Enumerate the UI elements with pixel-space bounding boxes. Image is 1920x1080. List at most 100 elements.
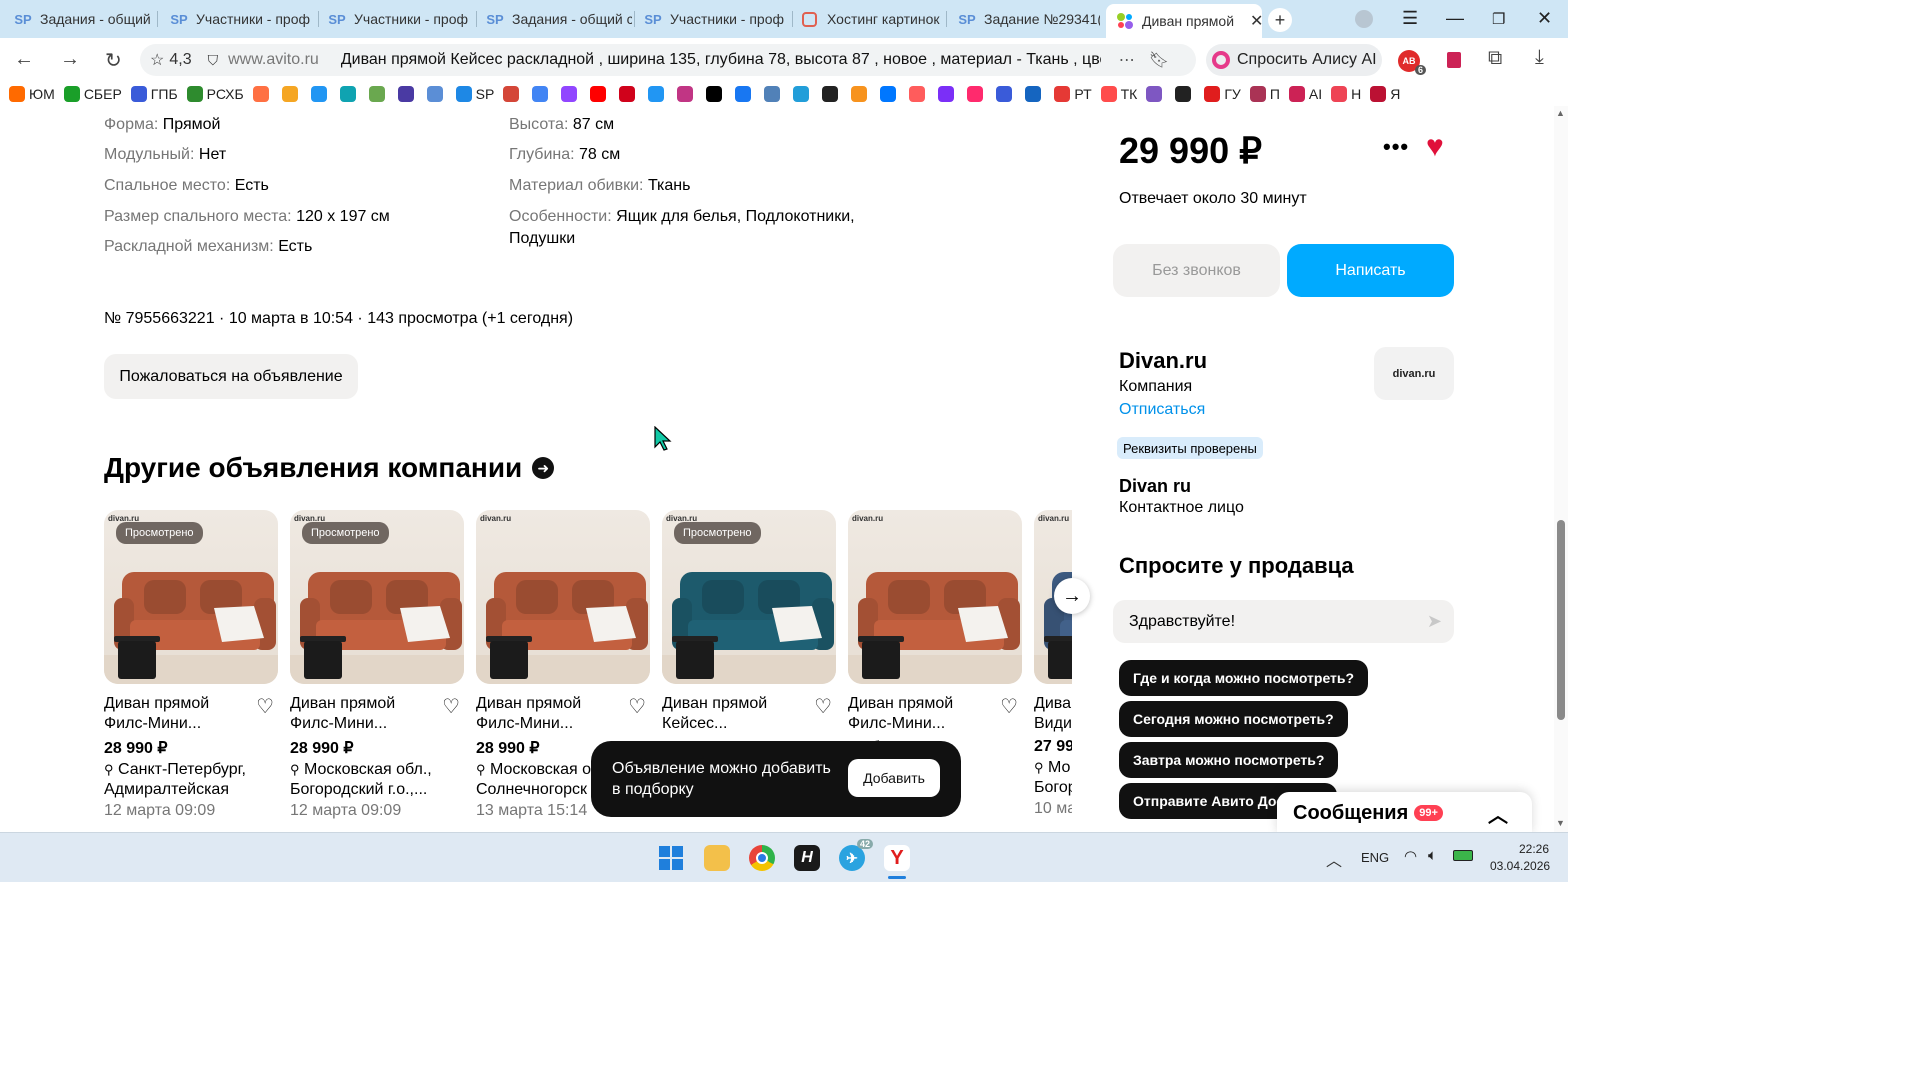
- page-scrollbar[interactable]: ▲ ▼: [1554, 106, 1568, 832]
- browser-tab[interactable]: SP Задания - общий с: [4, 4, 154, 34]
- telegram-icon[interactable]: ✈ 42: [839, 839, 873, 871]
- bookmark-item[interactable]: ТК: [1100, 86, 1137, 102]
- bookmark-item[interactable]: [793, 86, 813, 102]
- browser-tab[interactable]: Хостинг картинок: [792, 4, 944, 34]
- browser-tab[interactable]: SP Участники - проф: [634, 4, 790, 34]
- add-button[interactable]: Добавить: [848, 759, 940, 797]
- bookmark-item[interactable]: [909, 86, 929, 102]
- bookmark-item[interactable]: [1146, 86, 1166, 102]
- favorite-heart-icon[interactable]: ♡: [442, 694, 460, 719]
- scrollbar-thumb[interactable]: [1557, 520, 1565, 720]
- listing-card[interactable]: divan.ru Просмотрено Диван прямой Филс-Мин…: [290, 510, 464, 820]
- card-title[interactable]: Дива Види: [1034, 694, 1072, 734]
- url-bar[interactable]: ☆ 4,3 ⛉ www.avito.ru Диван прямой Кейсес…: [140, 44, 1196, 76]
- message-input[interactable]: Здравствуйте! ➤: [1113, 600, 1454, 643]
- yandex-browser-icon[interactable]: Y: [884, 845, 910, 871]
- h-app-icon[interactable]: H: [794, 845, 820, 871]
- bookmark-item[interactable]: [281, 86, 302, 102]
- bookmark-item[interactable]: П: [1249, 86, 1280, 102]
- bookmark-item[interactable]: Н: [1331, 86, 1361, 102]
- bookmark-item[interactable]: [590, 86, 610, 102]
- seller-name[interactable]: Divan.ru: [1119, 348, 1207, 374]
- send-icon[interactable]: ➤: [1427, 611, 1442, 632]
- seller-logo[interactable]: divan.ru: [1374, 347, 1454, 400]
- no-calls-button[interactable]: Без звонков: [1113, 244, 1280, 297]
- carousel-next-button[interactable]: →: [1054, 578, 1090, 614]
- card-image[interactable]: divan.ru: [476, 510, 650, 684]
- unsubscribe-link[interactable]: Отписаться: [1119, 401, 1205, 419]
- bookmark-item[interactable]: [677, 86, 697, 102]
- forward-icon[interactable]: →: [60, 48, 80, 71]
- browser-tab[interactable]: SP Задания - общий с: [476, 4, 632, 34]
- bookmark-item[interactable]: AI: [1288, 86, 1322, 102]
- write-button[interactable]: Написать: [1287, 244, 1454, 297]
- bookmark-item[interactable]: [561, 86, 581, 102]
- download-icon[interactable]: ⤓: [1535, 46, 1544, 69]
- bookmark-item[interactable]: [503, 86, 523, 102]
- bookmark-icon[interactable]: 🔖︎: [1149, 50, 1169, 70]
- bookmark-item[interactable]: [397, 86, 418, 102]
- bookmark-item[interactable]: [1025, 86, 1045, 102]
- listing-card[interactable]: divan.ru Просмотрено Диван прямой Кейсес..…: [662, 510, 836, 760]
- bookmark-item[interactable]: РСХБ: [186, 86, 244, 102]
- adblock-icon[interactable]: AB 6: [1398, 50, 1426, 75]
- bookmark-item[interactable]: РТ: [1054, 86, 1092, 102]
- bookmark-item[interactable]: [532, 86, 552, 102]
- new-tab-button[interactable]: +: [1268, 8, 1292, 32]
- bookmark-item[interactable]: [967, 86, 987, 102]
- file-explorer-icon[interactable]: [704, 845, 730, 871]
- scroll-down-icon[interactable]: ▼: [1556, 818, 1565, 828]
- close-window-button[interactable]: ✕: [1537, 8, 1552, 29]
- favorite-heart-icon[interactable]: ♡: [814, 694, 832, 719]
- card-title[interactable]: Диван прямой Филс-Мини...: [848, 694, 994, 734]
- quick-question-button[interactable]: Сегодня можно посмотреть?: [1119, 701, 1348, 737]
- tab-close-icon[interactable]: ✕: [1250, 11, 1262, 31]
- maximize-button[interactable]: ❐: [1492, 10, 1505, 28]
- menu-icon[interactable]: ☰: [1402, 8, 1418, 29]
- quick-question-button[interactable]: Завтра можно посмотреть?: [1119, 742, 1339, 778]
- favorite-heart-icon[interactable]: ♡: [1000, 694, 1018, 719]
- bookmark-item[interactable]: [426, 86, 447, 102]
- favorite-heart-icon[interactable]: ♡: [628, 694, 646, 719]
- more-icon[interactable]: ⋯: [1119, 50, 1135, 70]
- bookmark-item[interactable]: [339, 86, 360, 102]
- bookmark-item[interactable]: [996, 86, 1016, 102]
- favorite-heart-icon[interactable]: ♡: [256, 694, 274, 719]
- listing-card[interactable]: divan.ru Просмотрено Диван прямой Филс-Мин…: [104, 510, 278, 820]
- bookmark-item[interactable]: [938, 86, 958, 102]
- bookmark-item[interactable]: [880, 86, 900, 102]
- bookmark-item[interactable]: [735, 86, 755, 102]
- card-title[interactable]: Диван прямой Филс-Мини...: [104, 694, 250, 734]
- chevron-up-icon[interactable]: ︿: [1488, 799, 1508, 828]
- browser-tab[interactable]: SP Участники - проф: [318, 4, 474, 34]
- quick-question-button[interactable]: Где и когда можно посмотреть?: [1119, 660, 1369, 696]
- more-options-icon[interactable]: •••: [1383, 134, 1409, 160]
- card-image[interactable]: divan.ru Просмотрено: [290, 510, 464, 684]
- bookmark-item[interactable]: [706, 86, 726, 102]
- wifi-icon[interactable]: ◠: [1404, 847, 1417, 865]
- site-rating[interactable]: 4,3: [169, 51, 191, 69]
- bookmark-item[interactable]: [851, 86, 871, 102]
- messages-panel[interactable]: Сообщения 99+ ︿: [1277, 792, 1532, 832]
- browser-icon[interactable]: [749, 845, 775, 871]
- card-image[interactable]: divan.ru: [848, 510, 1022, 684]
- bookmark-item[interactable]: ГПБ: [130, 86, 178, 102]
- tray-chevron-up-icon[interactable]: ︿: [1326, 847, 1342, 871]
- bookmark-item[interactable]: [310, 86, 331, 102]
- windows-start-icon[interactable]: [658, 845, 684, 871]
- clock-time[interactable]: 22:26: [1519, 842, 1549, 856]
- image-ext-icon[interactable]: [1447, 52, 1461, 68]
- card-title[interactable]: Диван прямой Филс-Мини...: [476, 694, 622, 734]
- bookmark-item[interactable]: ГУ: [1204, 86, 1241, 102]
- bookmark-item[interactable]: [822, 86, 842, 102]
- bookmark-item[interactable]: ЮМ: [9, 86, 55, 102]
- clock-date[interactable]: 03.04.2026: [1490, 859, 1550, 873]
- card-title[interactable]: Диван прямой Филс-Мини...: [290, 694, 436, 734]
- bookmark-item[interactable]: SP: [455, 86, 494, 102]
- bookmark-item[interactable]: [368, 86, 389, 102]
- bookmark-item[interactable]: [252, 86, 273, 102]
- language-indicator[interactable]: ENG: [1361, 850, 1389, 865]
- listing-card[interactable]: divan.ru ДиваВиди ♡ 27 99 ⚲ МоБогор 10 м…: [1034, 510, 1072, 818]
- bookmark-item[interactable]: [764, 86, 784, 102]
- bookmark-item[interactable]: СБЕР: [63, 86, 122, 102]
